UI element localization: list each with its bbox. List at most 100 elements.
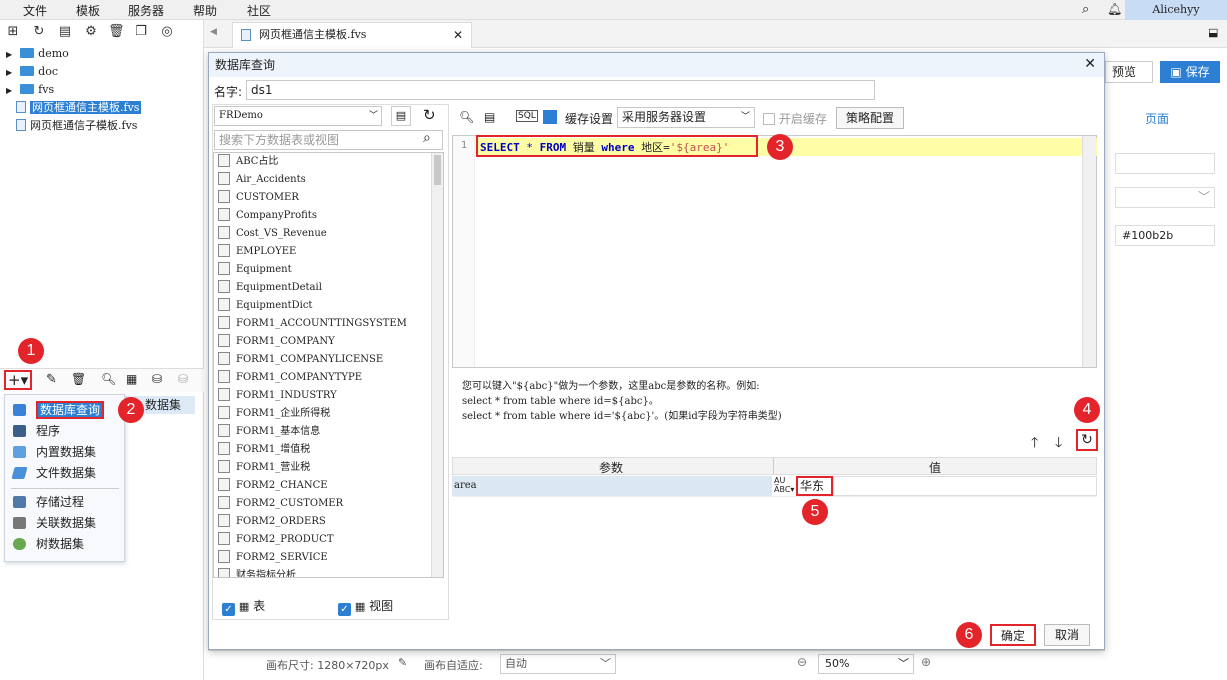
table-list-item[interactable]: FORM2_CHANCE <box>214 477 443 495</box>
page-link[interactable]: 页面 <box>1145 110 1169 127</box>
property-select[interactable]: ﹀ <box>1115 187 1215 208</box>
search-icon[interactable]: ⌕ <box>423 130 431 146</box>
table-list-item[interactable]: FORM1_基本信息 <box>214 423 443 441</box>
table-list-item[interactable]: Air_Accidents <box>214 171 443 189</box>
arrow-down-icon[interactable]: 🡓 <box>1055 432 1062 456</box>
filter-view-checkbox[interactable]: ✓ ▦ 视图 <box>338 597 393 616</box>
settings-icon[interactable]: ⚙ <box>83 24 99 40</box>
table-list-item[interactable]: Cost_VS_Revenue <box>214 225 443 243</box>
menu-item-db-query[interactable]: 数据库查询 <box>13 401 105 419</box>
table-list-item[interactable]: FORM2_CUSTOMER <box>214 495 443 513</box>
refresh-params-button[interactable]: ↻ <box>1076 429 1098 451</box>
menu-server[interactable]: 服务器 <box>128 2 164 19</box>
table-list-item[interactable]: FORM2_PRODUCT <box>214 531 443 549</box>
strategy-button[interactable]: 策略配置 <box>836 107 904 129</box>
user-name[interactable]: Alicehyy <box>1125 0 1227 20</box>
param-value-cell[interactable] <box>833 476 1097 496</box>
property-input[interactable] <box>1115 153 1215 174</box>
page-preview-icon[interactable]: ▤ <box>484 110 495 124</box>
table-list-item[interactable]: CUSTOMER <box>214 189 443 207</box>
arrow-up-icon[interactable]: 🡑 <box>1031 432 1038 456</box>
delete-icon[interactable]: 🗑︎ <box>108 24 125 40</box>
dataset-edit-icon[interactable]: ▦ <box>126 372 137 386</box>
connection-edit-icon[interactable]: ▤ <box>391 106 411 126</box>
menu-item-tree[interactable]: 树数据集 <box>13 535 84 553</box>
table-list-item[interactable]: FORM1_INDUSTRY <box>214 387 443 405</box>
edit-icon[interactable]: ✎ <box>46 372 57 387</box>
table-list-item[interactable]: FORM1_ACCOUNTTINGSYSTEM <box>214 315 443 333</box>
template-icon[interactable]: ▤ <box>57 24 73 40</box>
preview-icon[interactable]: 🔍︎ <box>459 110 474 124</box>
menu-item-file-dataset[interactable]: 文件数据集 <box>11 464 96 482</box>
table-list-item[interactable]: CompanyProfits <box>214 207 443 225</box>
table-icon <box>218 424 230 437</box>
tree-folder-demo[interactable]: ▶ demo <box>6 45 69 63</box>
refresh-icon[interactable]: ↻ <box>423 106 436 124</box>
menu-community[interactable]: 社区 <box>247 2 271 19</box>
preview-button[interactable]: 预览 <box>1105 61 1153 83</box>
abc-type-icon[interactable]: A̲U ABC▾ <box>774 476 794 494</box>
table-list-item[interactable]: FORM2_ORDERS <box>214 513 443 531</box>
enable-cache-checkbox[interactable]: 开启缓存 <box>763 110 827 127</box>
table-list-item[interactable]: FORM1_COMPANYLICENSE <box>214 351 443 369</box>
color-input[interactable]: #100b2b <box>1115 225 1215 246</box>
name-input[interactable]: ds1 <box>246 80 875 100</box>
table-list-item[interactable]: FORM1_COMPANY <box>214 333 443 351</box>
table-list-item[interactable]: EquipmentDict <box>214 297 443 315</box>
chevron-left-icon[interactable]: ◀ <box>210 27 217 37</box>
menu-help[interactable]: 帮助 <box>193 2 217 19</box>
table-list-item[interactable]: 财务指标分析 <box>214 567 443 577</box>
menu-item-program[interactable]: 程序 <box>13 422 60 440</box>
menu-file[interactable]: 文件 <box>23 2 47 19</box>
bell-icon[interactable]: 🔔︎ <box>1107 2 1122 16</box>
adapt-select[interactable]: 自动 ﹀ <box>500 654 616 674</box>
tree-folder-doc[interactable]: ▶ doc <box>6 63 58 81</box>
tree-file-main[interactable]: 网页框通信主模板.fvs <box>6 99 142 117</box>
close-icon[interactable]: ✕ <box>453 23 463 47</box>
sql-editor[interactable]: 1 SELECT * FROM 销量 where 地区='${area}' <box>452 135 1097 368</box>
connection-select[interactable]: FRDemo ﹀ <box>214 106 382 126</box>
table-list-item[interactable]: Equipment <box>214 261 443 279</box>
save-button[interactable]: ▣ 保存 <box>1160 61 1220 83</box>
table-list-item[interactable]: EMPLOYEE <box>214 243 443 261</box>
filter-table-checkbox[interactable]: ✓ ▦ 表 <box>222 597 265 616</box>
table-list-item[interactable]: FORM2_SERVICE <box>214 549 443 567</box>
scrollbar[interactable] <box>1082 136 1096 367</box>
table-list-item[interactable]: ABC占比 <box>214 153 443 171</box>
menu-bar: 文件 模板 服务器 帮助 社区 ⌕ 🔔︎ Alicehyy <box>0 0 1227 20</box>
new-file-icon[interactable]: ⊞ <box>5 24 21 40</box>
tab-main-template[interactable]: 网页框通信主模板.fvs ✕ <box>232 22 472 48</box>
menu-item-procedure[interactable]: 存储过程 <box>13 493 84 511</box>
close-icon[interactable]: ✕ <box>1084 56 1096 72</box>
tree-file-sub[interactable]: 网页框通信子模板.fvs <box>6 117 137 135</box>
preview-icon[interactable]: 🔍︎ <box>101 372 116 386</box>
table-search-input[interactable]: 搜索下方数据表或视图 <box>214 130 443 150</box>
table-list-item[interactable]: FORM1_增值税 <box>214 441 443 459</box>
cancel-button[interactable]: 取消 <box>1044 624 1090 646</box>
table-list-item[interactable]: EquipmentDetail <box>214 279 443 297</box>
table-list-item[interactable]: FORM1_企业所得税 <box>214 405 443 423</box>
locate-icon[interactable]: ◎ <box>159 24 175 40</box>
menu-item-relation[interactable]: 关联数据集 <box>13 514 96 532</box>
sql-icon[interactable]: SQL <box>516 110 538 122</box>
edit-icon[interactable]: ✎ <box>398 656 407 669</box>
zoom-out-icon[interactable]: ⊖ <box>797 655 807 669</box>
ok-button[interactable]: 确定 <box>990 624 1036 646</box>
delete-icon[interactable]: 🗑︎ <box>71 372 86 386</box>
menu-template[interactable]: 模板 <box>76 2 100 19</box>
cache-select[interactable]: 采用服务器设置 ﹀ <box>617 107 755 128</box>
zoom-in-icon[interactable]: ⊕ <box>921 655 931 669</box>
table-list-item[interactable]: FORM1_营业税 <box>214 459 443 477</box>
search-icon[interactable]: ⌕ <box>1082 2 1089 17</box>
database-icon[interactable]: ⛁ <box>152 372 162 386</box>
tree-folder-fvs[interactable]: ▶ fvs <box>6 81 54 99</box>
table-list-item[interactable]: FORM1_COMPANYTYPE <box>214 369 443 387</box>
format-brush-icon[interactable]: ⬓ <box>1208 26 1218 39</box>
refresh-icon[interactable]: ↻ <box>31 24 47 40</box>
zoom-select[interactable]: 50% ﹀ <box>818 654 914 674</box>
scrollbar[interactable] <box>431 153 443 577</box>
param-value-input[interactable]: 华东 <box>796 476 833 496</box>
copy-icon[interactable]: ❐ <box>133 24 149 40</box>
menu-item-builtin[interactable]: 内置数据集 <box>13 443 96 461</box>
add-dataset-button[interactable]: +▾ <box>4 370 32 390</box>
